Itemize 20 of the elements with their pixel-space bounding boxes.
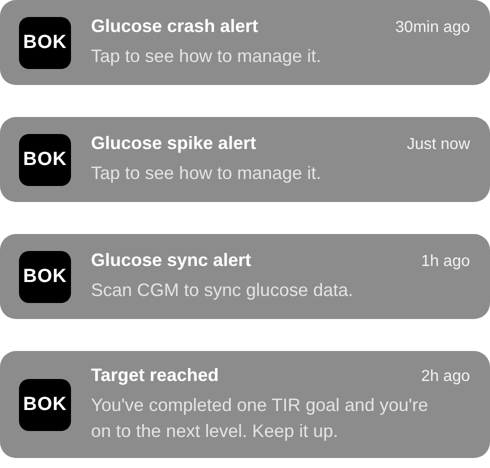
notification-message: Scan CGM to sync glucose data. [91,279,354,302]
notification-time: 1h ago [421,253,470,271]
notification-time: 2h ago [421,368,470,386]
notification-title: Target reached [91,365,219,386]
notification-message: You've completed one TIR goal and you're on to the next level. Keep it up. [91,394,430,443]
notification-card[interactable]: BOK Glucose crash alert 30min ago Tap to see how to manage it. [0,0,490,85]
app-logo: BOK [19,250,71,302]
notification-time: Just now [406,136,470,154]
notification-card[interactable]: BOK Glucose sync alert 1h ago Scan CGM to sync glucose data. [0,234,490,319]
notification-title: Glucose crash alert [91,16,258,37]
notification-message: Tap to see how to manage it. [91,45,322,68]
notification-card[interactable]: BOK Target reached 2h ago You've completed one TIR goal and you're on to the next level. Keep it up. [0,351,490,458]
notification-message: Tap to see how to manage it. [91,162,322,185]
app-logo: BOK [19,16,71,68]
notification-title: Glucose spike alert [91,133,256,154]
app-logo: BOK [19,134,71,186]
notification-card[interactable]: BOK Glucose spike alert Just now Tap to see how to manage it. [0,117,490,202]
notification-title: Glucose sync alert [91,250,252,271]
app-logo: BOK [19,378,71,430]
notification-time: 30min ago [395,19,470,37]
